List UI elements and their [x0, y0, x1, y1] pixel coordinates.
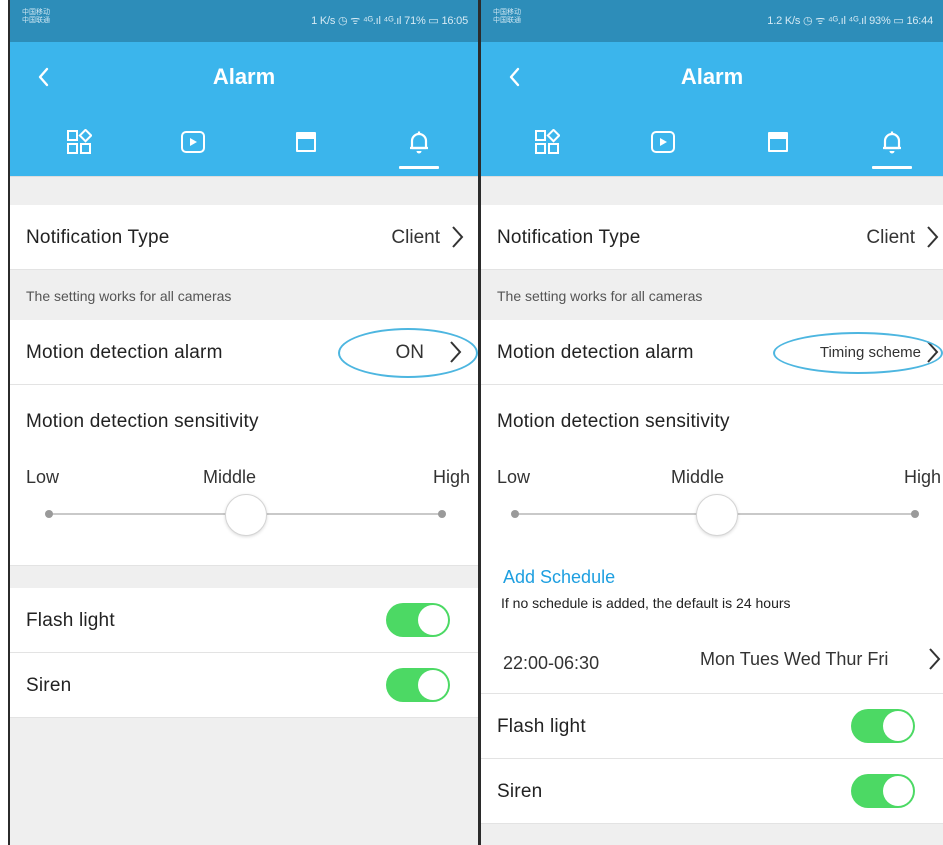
- chevron-right-icon: [452, 226, 464, 248]
- tab-sd-card[interactable]: [284, 124, 328, 168]
- flash-light-row: Flash light: [481, 694, 943, 759]
- motion-alarm-row[interactable]: Motion detection alarm ON: [10, 320, 478, 385]
- motion-alarm-label: Motion detection alarm: [497, 342, 694, 363]
- sensitivity-section: Motion detection sensitivity Low Middle …: [481, 385, 943, 555]
- notification-type-value: Client: [391, 227, 440, 248]
- active-tab-indicator: [399, 166, 439, 169]
- app-bar: Alarm: [10, 42, 478, 114]
- sensitivity-slider-knob[interactable]: [696, 494, 738, 536]
- siren-row: Siren: [481, 759, 943, 824]
- siren-row: Siren: [10, 653, 478, 718]
- back-arrow-icon[interactable]: [30, 62, 60, 92]
- chevron-right-icon: [927, 226, 939, 248]
- sensitivity-high-label: High: [903, 467, 941, 487]
- siren-label: Siren: [497, 781, 543, 802]
- tab-sd-card[interactable]: [756, 124, 800, 168]
- siren-label: Siren: [26, 675, 72, 696]
- carrier-text: 中国移动 中国联通: [22, 8, 50, 24]
- flash-light-label: Flash light: [497, 716, 586, 737]
- play-icon: [181, 131, 205, 153]
- tab-bar: [481, 114, 943, 176]
- sensitivity-middle-label: Middle: [671, 467, 725, 487]
- settings-note: The setting works for all cameras: [497, 288, 703, 304]
- flash-light-toggle[interactable]: [851, 709, 915, 743]
- schedule-time[interactable]: 22:00-06:30: [503, 653, 599, 674]
- tab-alarm[interactable]: [397, 124, 441, 169]
- sensitivity-middle-label: Middle: [203, 467, 257, 487]
- sensitivity-section: Motion detection sensitivity Low Middle …: [10, 385, 478, 566]
- status-bar: 中国移动 中国联通 1 K/s ◷ ᯤ ⁴ᴳ.ıl ⁴ᴳ.ıl 71% ▭ 16…: [10, 0, 478, 42]
- status-info: 1 K/s ◷ ᯤ ⁴ᴳ.ıl ⁴ᴳ.ıl 71% ▭ 16:05: [311, 15, 468, 27]
- tab-playback[interactable]: [171, 124, 215, 168]
- page-title: Alarm: [212, 64, 276, 89]
- devices-grid-icon: [535, 129, 560, 154]
- active-tab-indicator: [872, 166, 912, 169]
- chevron-right-icon: [927, 341, 939, 363]
- motion-alarm-label: Motion detection alarm: [26, 342, 223, 363]
- siren-toggle[interactable]: [851, 774, 915, 808]
- schedule-note: If no schedule is added, the default is …: [501, 595, 791, 611]
- sensitivity-slider-knob[interactable]: [225, 494, 267, 536]
- sd-card-icon: [296, 132, 316, 152]
- notification-type-row[interactable]: Notification Type Client: [481, 205, 943, 270]
- flash-light-row: Flash light: [10, 588, 478, 653]
- flash-light-label: Flash light: [26, 610, 115, 631]
- schedule-section: Add Schedule If no schedule is added, th…: [481, 555, 943, 694]
- motion-alarm-value: ON: [395, 342, 425, 363]
- sd-card-icon: [768, 132, 788, 152]
- sensitivity-high-label: High: [432, 467, 470, 487]
- notification-type-label: Notification Type: [497, 227, 641, 248]
- sensitivity-title: Motion detection sensitivity: [497, 411, 730, 432]
- notification-type-row[interactable]: Notification Type Client: [10, 205, 478, 270]
- flash-light-toggle[interactable]: [386, 603, 450, 637]
- phone-screen-left: 中国移动 中国联通 1 K/s ◷ ᯤ ⁴ᴳ.ıl ⁴ᴳ.ıl 71% ▭ 16…: [8, 0, 480, 845]
- tab-playback[interactable]: [641, 124, 685, 168]
- bell-icon: [883, 131, 901, 154]
- play-icon: [651, 131, 675, 153]
- status-info: 1.2 K/s ◷ ᯤ ⁴ᴳ.ıl ⁴ᴳ.ıl 93% ▭ 16:44: [767, 15, 933, 27]
- sensitivity-low-label: Low: [497, 467, 531, 487]
- chevron-right-icon: [450, 341, 462, 363]
- back-arrow-icon[interactable]: [501, 62, 531, 92]
- carrier-text: 中国移动 中国联通: [493, 8, 521, 24]
- tab-alarm[interactable]: [870, 124, 914, 169]
- page-title: Alarm: [680, 64, 744, 89]
- add-schedule-link[interactable]: Add Schedule: [503, 567, 615, 588]
- sensitivity-low-label: Low: [26, 467, 60, 487]
- motion-alarm-value: Timing scheme: [819, 344, 921, 361]
- motion-alarm-row[interactable]: Motion detection alarm Timing scheme: [481, 320, 943, 385]
- sensitivity-title: Motion detection sensitivity: [26, 411, 259, 432]
- devices-grid-icon: [67, 129, 92, 154]
- tab-devices[interactable]: [57, 124, 101, 168]
- tab-bar: [10, 114, 478, 176]
- siren-toggle[interactable]: [386, 668, 450, 702]
- notification-type-label: Notification Type: [26, 227, 170, 248]
- app-bar: Alarm: [481, 42, 943, 114]
- schedule-days[interactable]: Mon Tues Wed Thur Fri: [700, 649, 888, 670]
- bell-icon: [410, 131, 428, 154]
- notification-type-value: Client: [866, 227, 915, 248]
- settings-note: The setting works for all cameras: [26, 288, 232, 304]
- status-bar: 中国移动 中国联通 1.2 K/s ◷ ᯤ ⁴ᴳ.ıl ⁴ᴳ.ıl 93% ▭ …: [481, 0, 943, 42]
- tab-devices[interactable]: [525, 124, 569, 168]
- chevron-right-icon: [929, 648, 941, 670]
- phone-screen-right: 中国移动 中国联通 1.2 K/s ◷ ᯤ ⁴ᴳ.ıl ⁴ᴳ.ıl 93% ▭ …: [479, 0, 943, 845]
